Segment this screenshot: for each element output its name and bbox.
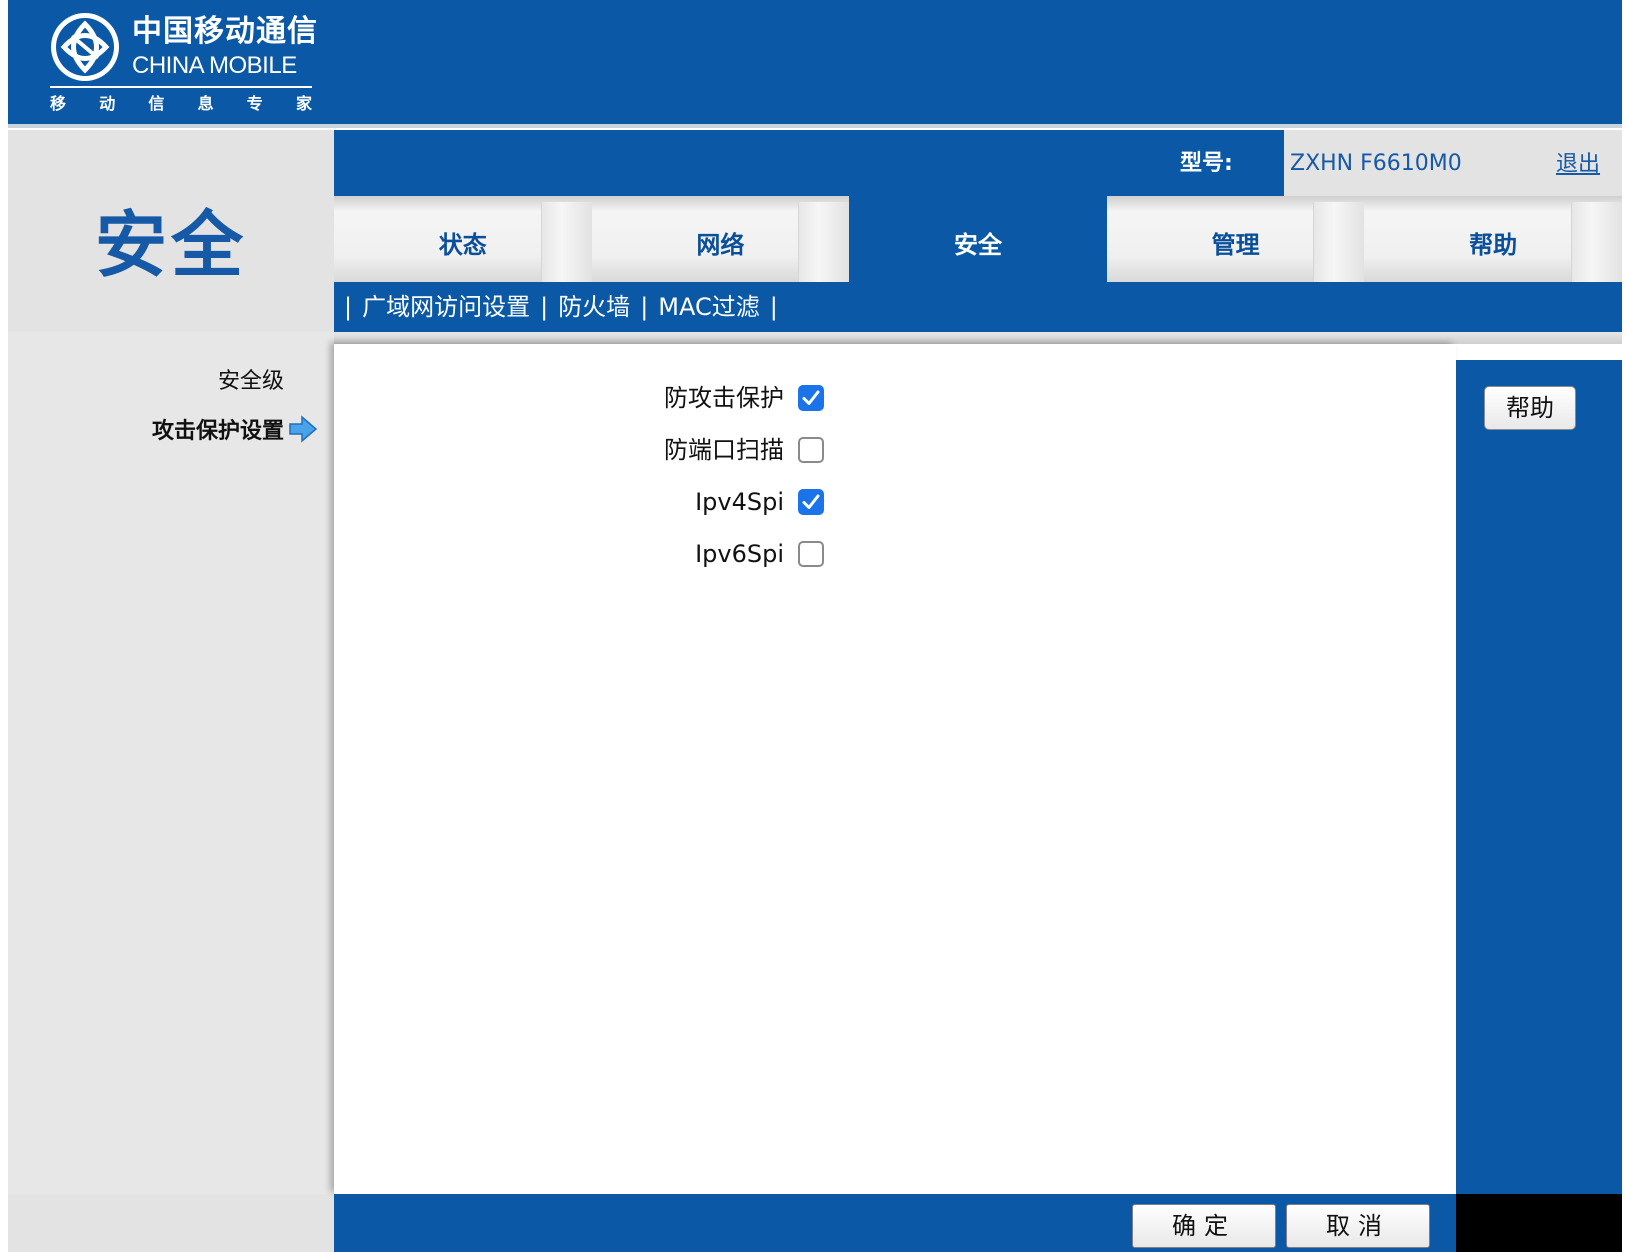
logo-chinese-text: 中国移动通信 xyxy=(132,14,318,49)
option-label-ipv4spi: Ipv4Spi xyxy=(695,488,784,516)
arrow-right-icon xyxy=(289,415,318,443)
checkbox-port-scan[interactable] xyxy=(798,437,824,463)
tab-security[interactable]: 安全 xyxy=(849,196,1107,282)
checkbox-anti-attack[interactable] xyxy=(798,385,824,411)
tab-label: 管理 xyxy=(1211,230,1260,259)
china-mobile-logo-icon xyxy=(51,13,119,81)
logo-tagline-char: 信 xyxy=(148,94,165,113)
footer-right-block xyxy=(1456,1194,1622,1252)
tab-management[interactable]: 管理 xyxy=(1106,196,1365,282)
tab-label: 帮助 xyxy=(1469,230,1518,259)
checkbox-ipv6spi[interactable] xyxy=(798,541,824,567)
header-divider xyxy=(8,124,1622,128)
checkmark-icon xyxy=(802,494,820,509)
subnav-item-wan-access[interactable]: 广域网访问设置 xyxy=(356,293,536,321)
tab-help[interactable]: 帮助 xyxy=(1364,196,1622,282)
logo-tagline-char: 移 xyxy=(50,94,67,113)
subnav-separator: | xyxy=(640,293,649,321)
main-tabs: 状态 网络 安全 管理 帮助 xyxy=(334,196,1622,282)
sub-nav: | 广域网访问设置 | 防火墙 | MAC过滤 | xyxy=(334,282,1622,332)
logo-tagline-char: 家 xyxy=(295,94,312,113)
checkbox-ipv4spi[interactable] xyxy=(798,489,824,515)
content-top-shadow xyxy=(334,332,1622,344)
logo-rule xyxy=(50,86,312,88)
tab-label: 安全 xyxy=(953,230,1002,259)
help-button[interactable]: 帮助 xyxy=(1484,386,1576,430)
confirm-button[interactable]: 确定 xyxy=(1132,1204,1276,1248)
option-row: Ipv4Spi xyxy=(334,482,834,522)
china-mobile-logo: 中国移动通信 CHINA MOBILE 移 动 信 息 专 家 xyxy=(50,12,320,122)
logo-tagline-char: 专 xyxy=(246,94,263,113)
option-row: 防端口扫描 xyxy=(334,430,834,470)
tab-status[interactable]: 状态 xyxy=(334,196,592,282)
logout-link[interactable]: 退出 xyxy=(1556,147,1600,183)
logo-english-text: CHINA MOBILE xyxy=(132,52,297,79)
checkmark-icon xyxy=(802,390,820,405)
option-label-ipv6spi: Ipv6Spi xyxy=(695,540,784,568)
cancel-button[interactable]: 取消 xyxy=(1286,1204,1430,1248)
model-label: 型号: xyxy=(1180,151,1233,176)
logo-tagline-char: 息 xyxy=(197,94,214,113)
left-nav-panel xyxy=(8,332,334,1194)
subnav-item-mac-filter[interactable]: MAC过滤 xyxy=(652,293,765,321)
content-panel xyxy=(334,344,1456,1194)
option-label-port-scan: 防端口扫描 xyxy=(664,436,784,464)
subnav-separator: | xyxy=(344,293,353,321)
subnav-separator: | xyxy=(540,293,549,321)
subnav-separator: | xyxy=(769,293,778,321)
left-footer-panel xyxy=(8,1194,334,1252)
tab-network[interactable]: 网络 xyxy=(591,196,850,282)
tab-label: 状态 xyxy=(438,230,487,259)
model-value: ZXHN F6610M0 xyxy=(1290,151,1462,176)
leftnav-item-security-level[interactable]: 安全级 xyxy=(8,366,284,398)
section-title: 安全 xyxy=(94,203,247,287)
tab-label: 网络 xyxy=(696,230,745,259)
help-column xyxy=(1456,360,1622,1194)
leftnav-item-attack-protection[interactable]: 攻击保护设置 xyxy=(8,416,284,448)
option-row: Ipv6Spi xyxy=(334,534,834,574)
subnav-item-firewall[interactable]: 防火墙 xyxy=(552,293,636,321)
option-row: 防攻击保护 xyxy=(334,378,834,418)
logo-tagline-char: 动 xyxy=(99,94,116,113)
option-label-anti-attack: 防攻击保护 xyxy=(664,384,784,412)
logo-tagline: 移 动 信 息 专 家 xyxy=(50,92,312,116)
